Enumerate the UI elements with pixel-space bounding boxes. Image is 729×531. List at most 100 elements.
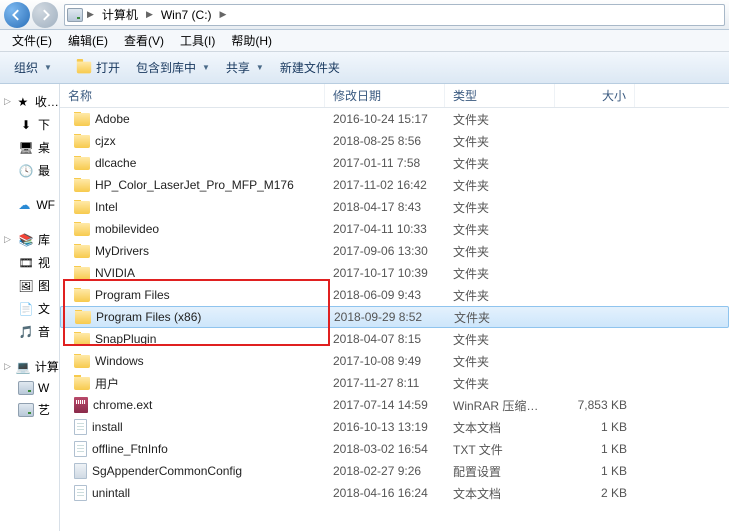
video-icon: 🎞 (18, 255, 34, 271)
menu-bar: 文件(E) 编辑(E) 查看(V) 工具(I) 帮助(H) (0, 30, 729, 52)
cell-name: Adobe (60, 112, 325, 126)
folder-icon (74, 179, 90, 192)
cell-type: 文件夹 (445, 265, 555, 282)
table-row[interactable]: chrome.ext2017-07-14 14:59WinRAR 压缩文件7,8… (60, 394, 729, 416)
table-row[interactable]: mobilevideo2017-04-11 10:33文件夹 (60, 218, 729, 240)
archive-icon (74, 397, 88, 413)
breadcrumb[interactable]: ▶ 计算机 ▶ Win7 (C:) ▶ (64, 4, 725, 26)
file-name-label: Program Files (95, 288, 170, 302)
column-name[interactable]: 名称 (60, 84, 325, 107)
table-row[interactable]: NVIDIA2017-10-17 10:39文件夹 (60, 262, 729, 284)
cell-name: HP_Color_LaserJet_Pro_MFP_M176 (60, 178, 325, 192)
table-row[interactable]: SgAppenderCommonConfig 2018-02-27 9:26配置设… (60, 460, 729, 482)
file-name-label: Windows (95, 354, 144, 368)
cell-date: 2018-04-07 8:15 (325, 332, 445, 346)
sidebar-pictures[interactable]: 🖼图 (2, 274, 57, 297)
computer-icon: 💻 (15, 359, 31, 375)
column-size[interactable]: 大小 (555, 84, 635, 107)
column-date[interactable]: 修改日期 (325, 84, 445, 107)
file-name-label: chrome.ext (93, 398, 152, 412)
sidebar-downloads[interactable]: ⬇下 (2, 113, 57, 136)
tool-open[interactable]: 打开 (68, 55, 128, 80)
cell-name: 用户 (60, 375, 325, 392)
sidebar-library[interactable]: ▷📚库 (2, 228, 57, 251)
cell-type: WinRAR 压缩文件 (445, 397, 555, 414)
sidebar-desktop[interactable]: 🖥桌 (2, 136, 57, 159)
table-row[interactable]: cjzx2018-08-25 8:56文件夹 (60, 130, 729, 152)
desktop-icon: 🖥 (18, 140, 34, 156)
folder-icon (74, 245, 90, 258)
table-row[interactable]: dlcache2017-01-11 7:58文件夹 (60, 152, 729, 174)
menu-tools[interactable]: 工具(I) (172, 30, 223, 51)
table-row[interactable]: HP_Color_LaserJet_Pro_MFP_M1762017-11-02… (60, 174, 729, 196)
table-row[interactable]: unintall2018-04-16 16:24文本文档2 KB (60, 482, 729, 504)
sidebar-favorites[interactable]: ▷★收… (2, 90, 57, 113)
tool-share[interactable]: 共享▼ (218, 55, 272, 80)
cell-type: 文件夹 (445, 353, 555, 370)
cell-date: 2018-04-16 16:24 (325, 486, 445, 500)
file-name-label: HP_Color_LaserJet_Pro_MFP_M176 (95, 178, 294, 192)
cell-date: 2017-11-27 8:11 (325, 376, 445, 390)
crumb-computer[interactable]: 计算机 (96, 5, 144, 25)
table-row[interactable]: Adobe2016-10-24 15:17文件夹 (60, 108, 729, 130)
folder-icon (74, 355, 90, 368)
sidebar-drive-c[interactable]: W (2, 378, 57, 398)
sidebar-documents[interactable]: 📄文 (2, 297, 57, 320)
arrow-right-icon (39, 9, 51, 21)
table-row[interactable]: SnapPlugin2018-04-07 8:15文件夹 (60, 328, 729, 350)
nav-back-button[interactable] (4, 2, 30, 28)
cell-name: install (60, 419, 325, 435)
folder-icon (74, 157, 90, 170)
crumb-drive[interactable]: Win7 (C:) (155, 5, 218, 25)
chevron-right-icon[interactable]: ▶ (218, 9, 229, 20)
cell-type: 文件夹 (445, 133, 555, 150)
cell-type: 文件夹 (445, 221, 555, 238)
cell-date: 2018-02-27 9:26 (325, 464, 445, 478)
download-icon: ⬇ (18, 117, 34, 133)
file-name-label: SgAppenderCommonConfig (92, 464, 242, 478)
column-type[interactable]: 类型 (445, 84, 555, 107)
file-list[interactable]: 名称 修改日期 类型 大小 Adobe2016-10-24 15:17文件夹cj… (60, 84, 729, 531)
cell-name: unintall (60, 485, 325, 501)
sidebar-drive-d[interactable]: 艺 (2, 398, 57, 421)
table-row[interactable]: Intel2018-04-17 8:43文件夹 (60, 196, 729, 218)
cell-date: 2018-06-09 9:43 (325, 288, 445, 302)
cell-date: 2017-01-11 7:58 (325, 156, 445, 170)
nav-forward-button[interactable] (32, 2, 58, 28)
table-row[interactable]: MyDrivers2017-09-06 13:30文件夹 (60, 240, 729, 262)
menu-view[interactable]: 查看(V) (116, 30, 172, 51)
tool-new-folder[interactable]: 新建文件夹 (272, 55, 348, 80)
sidebar-computer[interactable]: ▷💻计算 (2, 355, 57, 378)
folder-icon (75, 311, 91, 324)
table-row[interactable]: offline_FtnInfo2018-03-02 16:54TXT 文件1 K… (60, 438, 729, 460)
cell-type: 文件夹 (446, 309, 556, 326)
chevron-right-icon[interactable]: ▶ (144, 9, 155, 20)
cell-type: 文件夹 (445, 199, 555, 216)
text-file-icon (74, 441, 87, 457)
sidebar-recent[interactable]: 🕓最 (2, 159, 57, 182)
drive-icon (65, 8, 85, 22)
tool-include-library[interactable]: 包含到库中▼ (128, 55, 218, 80)
table-row[interactable]: Program Files2018-06-09 9:43文件夹 (60, 284, 729, 306)
menu-edit[interactable]: 编辑(E) (60, 30, 116, 51)
table-row[interactable]: Windows 2017-10-08 9:49文件夹 (60, 350, 729, 372)
cell-date: 2016-10-24 15:17 (325, 112, 445, 126)
table-row[interactable]: 用户2017-11-27 8:11文件夹 (60, 372, 729, 394)
menu-help[interactable]: 帮助(H) (223, 30, 280, 51)
sidebar-wps[interactable]: ☁WF (2, 194, 57, 216)
table-row[interactable]: Program Files (x86)2018-09-29 8:52文件夹 (60, 306, 729, 328)
cell-date: 2017-09-06 13:30 (325, 244, 445, 258)
menu-file[interactable]: 文件(E) (4, 30, 60, 51)
cell-date: 2017-10-08 9:49 (325, 354, 445, 368)
table-row[interactable]: install2016-10-13 13:19文本文档1 KB (60, 416, 729, 438)
tool-organize[interactable]: 组织▼ (6, 55, 60, 80)
sidebar-videos[interactable]: 🎞视 (2, 251, 57, 274)
file-name-label: unintall (92, 486, 130, 500)
cell-type: 配置设置 (445, 463, 555, 480)
column-header-row: 名称 修改日期 类型 大小 (60, 84, 729, 108)
chevron-right-icon[interactable]: ▶ (85, 9, 96, 20)
folder-icon (74, 377, 90, 390)
document-icon: 📄 (18, 301, 34, 317)
cell-date: 2017-04-11 10:33 (325, 222, 445, 236)
sidebar-music[interactable]: 🎵音 (2, 320, 57, 343)
